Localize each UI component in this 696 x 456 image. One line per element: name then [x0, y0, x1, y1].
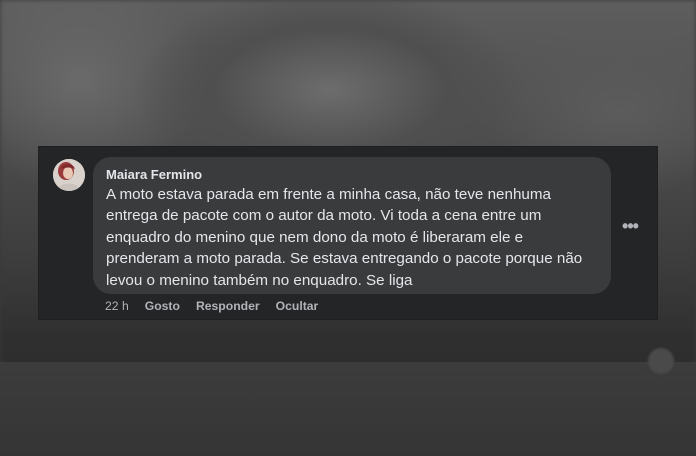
comment-text: A moto estava parada em frente a minha c… [106, 186, 583, 289]
comment-author[interactable]: Maiara Fermino [106, 166, 597, 183]
avatar[interactable] [53, 159, 85, 191]
comment-timestamp[interactable]: 22 h [105, 298, 129, 314]
comment-bubble: Maiara Fermino A moto estava parada em f… [93, 157, 611, 294]
avatar-photo [53, 159, 85, 191]
hide-button[interactable]: Ocultar [276, 298, 319, 314]
like-button[interactable]: Gosto [145, 298, 180, 314]
background-headline [16, 372, 616, 420]
more-options-icon[interactable]: ••• [619, 215, 641, 237]
comment-card: Maiara Fermino A moto estava parada em f… [39, 147, 657, 319]
reply-button[interactable]: Responder [196, 298, 260, 314]
background-play-button [648, 348, 674, 374]
comment-actions: 22 h Gosto Responder Ocultar [105, 298, 334, 314]
